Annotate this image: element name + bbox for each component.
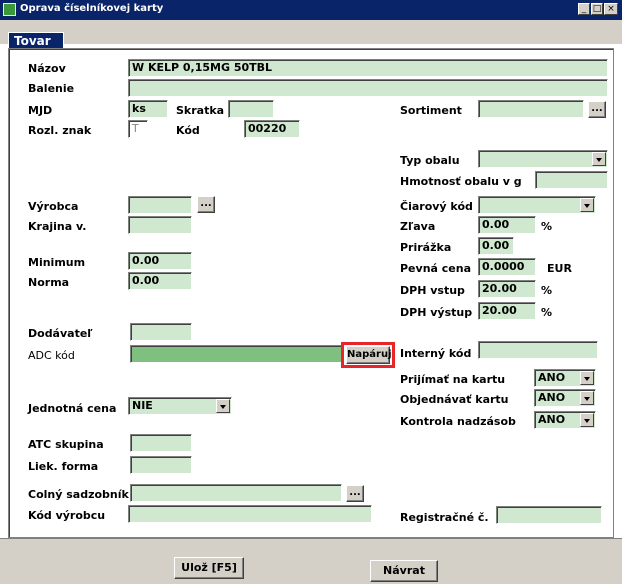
dph-vstup-label: DPH vstup: [400, 284, 465, 297]
chevron-down-icon[interactable]: [580, 371, 594, 385]
dodavatel-label: Dodávateľ: [28, 327, 93, 340]
colny-field[interactable]: [130, 484, 342, 502]
hmotnost-obalu-label: Hmotnosť obalu v g: [400, 175, 522, 188]
button-bar: [0, 538, 622, 584]
interny-kod-label: Interný kód: [400, 347, 472, 360]
krajina-field[interactable]: [128, 216, 192, 234]
pevna-cena-field[interactable]: 0.0000: [478, 258, 536, 276]
nazov-field[interactable]: W KELP 0,15MG 50TBL: [128, 59, 608, 77]
chevron-down-icon[interactable]: [592, 152, 606, 166]
typ-obalu-dropdown[interactable]: [478, 150, 608, 168]
norma-field[interactable]: 0.00: [128, 272, 192, 290]
zlava-unit: %: [541, 220, 553, 233]
objednavat-label: Objednávať kartu: [400, 393, 509, 406]
prijimat-dropdown[interactable]: ANO: [534, 369, 596, 387]
colny-label: Colný sadzobník: [28, 488, 129, 501]
prijimat-label: Prijímať na kartu: [400, 373, 506, 386]
typ-obalu-label: Typ obalu: [400, 154, 460, 167]
zlava-field[interactable]: 0.00: [478, 216, 536, 234]
norma-label: Norma: [28, 276, 70, 289]
objednavat-dropdown[interactable]: ANO: [534, 389, 596, 407]
chevron-down-icon[interactable]: [580, 198, 594, 212]
nazov-label: Názov: [28, 62, 66, 75]
vyrobca-field[interactable]: [128, 196, 192, 214]
vyrobca-label: Výrobca: [28, 200, 79, 213]
kontrola-value: ANO: [538, 413, 566, 426]
mjd-field[interactable]: ks: [128, 100, 168, 118]
balenie-field[interactable]: [128, 79, 608, 97]
minimize-button[interactable]: _: [578, 3, 590, 15]
atc-label: ATC skupina: [28, 438, 104, 451]
mjd-label: MJD: [28, 104, 53, 117]
sortiment-field[interactable]: [478, 100, 584, 118]
minimum-field[interactable]: 0.00: [128, 252, 192, 270]
interny-kod-field[interactable]: [478, 341, 598, 359]
jednotna-cena-label: Jednotná cena: [28, 402, 117, 415]
maximize-button[interactable]: □: [591, 3, 603, 15]
adc-kod-field[interactable]: [130, 345, 344, 363]
kod-field[interactable]: 00220: [244, 120, 300, 138]
kod-vyrobcu-label: Kód výrobcu: [28, 509, 106, 522]
liek-forma-field[interactable]: [130, 456, 192, 474]
napáruj-button[interactable]: Napáruj: [346, 346, 392, 364]
pevna-cena-label: Pevná cena: [400, 262, 472, 275]
zlava-label: Zľava: [400, 220, 436, 233]
kontrola-dropdown[interactable]: ANO: [534, 411, 596, 429]
back-button[interactable]: Návrat: [370, 560, 438, 582]
prijimat-value: ANO: [538, 371, 566, 384]
dph-vystup-unit: %: [541, 306, 553, 319]
dph-vystup-field[interactable]: 20.00: [478, 302, 536, 320]
dph-vstup-unit: %: [541, 284, 553, 297]
minimum-label: Minimum: [28, 256, 86, 269]
rozl-znak-field[interactable]: T: [128, 120, 148, 138]
kod-vyrobcu-field[interactable]: [128, 505, 372, 523]
hmotnost-obalu-field[interactable]: [535, 171, 608, 189]
skratka-label: Skratka: [176, 104, 225, 117]
kod-label: Kód: [176, 124, 200, 137]
jednotna-cena-dropdown[interactable]: NIE: [128, 397, 232, 415]
chevron-down-icon[interactable]: [580, 413, 594, 427]
chevron-down-icon[interactable]: [580, 391, 594, 405]
sortiment-browse-button[interactable]: ...: [588, 101, 606, 118]
vyrobca-browse-button[interactable]: ...: [197, 196, 215, 213]
sortiment-label: Sortiment: [400, 104, 462, 117]
liek-forma-label: Liek. forma: [28, 460, 99, 473]
colny-browse-button[interactable]: ...: [346, 485, 364, 502]
jednotna-cena-value: NIE: [132, 399, 153, 412]
skratka-field[interactable]: [228, 100, 274, 118]
krajina-label: Krajina v.: [28, 220, 87, 233]
prirazka-label: Prirážka: [400, 241, 452, 254]
rozl-znak-label: Rozl. znak: [28, 124, 92, 137]
registracne-field[interactable]: [496, 506, 602, 524]
objednavat-value: ANO: [538, 391, 566, 404]
tab-strip: [0, 20, 622, 44]
close-button[interactable]: ×: [604, 3, 618, 15]
save-button[interactable]: Ulož [F5]: [174, 557, 244, 579]
pevna-cena-unit: EUR: [547, 262, 572, 275]
ciarovy-kod-dropdown[interactable]: [478, 196, 596, 214]
balenie-label: Balenie: [28, 82, 75, 95]
window-title: Oprava číselníkovej karty: [20, 3, 164, 14]
atc-field[interactable]: [130, 434, 192, 452]
dph-vstup-field[interactable]: 20.00: [478, 280, 536, 298]
kontrola-label: Kontrola nadzásob: [400, 415, 516, 428]
dph-vystup-label: DPH výstup: [400, 306, 473, 319]
app-icon: [3, 3, 16, 16]
registracne-label: Registračné č.: [400, 511, 489, 524]
adc-kod-label: ADC kód: [28, 349, 75, 362]
prirazka-field[interactable]: 0.00: [478, 237, 514, 255]
ciarovy-kod-label: Čiarový kód: [400, 200, 473, 213]
chevron-down-icon[interactable]: [216, 399, 230, 413]
dodavatel-field[interactable]: [130, 323, 192, 341]
